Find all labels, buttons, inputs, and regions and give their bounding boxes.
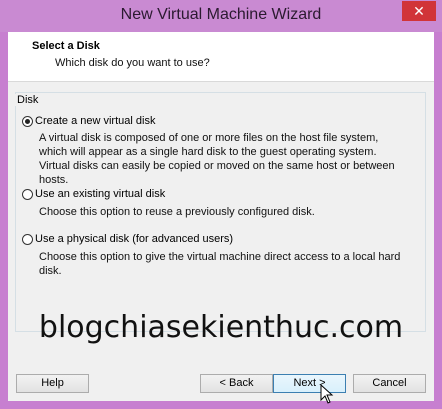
next-button[interactable]: Next > [273,374,346,393]
option-description: A virtual disk is composed of one or mor… [39,132,395,186]
help-button[interactable]: Help [16,374,89,393]
cancel-button[interactable]: Cancel [353,374,426,393]
option-label[interactable]: Create a new virtual disk [35,115,155,127]
disk-group-label: Disk [15,94,41,106]
title-bar[interactable]: New Virtual Machine Wizard ✕ [0,0,442,32]
page-subtitle: Which disk do you want to use? [55,57,210,69]
radio-use-physical-disk[interactable] [22,234,33,245]
back-button[interactable]: < Back [200,374,273,393]
wizard-body: Select a Disk Which disk do you want to … [8,32,434,401]
wizard-window: New Virtual Machine Wizard ✕ Select a Di… [0,0,442,409]
mouse-pointer-icon [320,384,334,404]
option-label[interactable]: Use a physical disk (for advanced users) [35,233,233,245]
option-description: Choose this option to give the virtual m… [39,251,401,277]
radio-create-new-disk[interactable] [22,116,33,127]
page-title: Select a Disk [32,40,100,52]
watermark-text: blogchiasekienthuc.com [38,310,404,345]
option-description: Choose this option to reuse a previously… [39,206,315,218]
window-title: New Virtual Machine Wizard [120,6,322,23]
close-button[interactable]: ✕ [402,1,436,21]
close-icon: ✕ [413,3,425,19]
wizard-header: Select a Disk Which disk do you want to … [8,32,434,82]
radio-use-existing-disk[interactable] [22,189,33,200]
option-label[interactable]: Use an existing virtual disk [35,188,165,200]
